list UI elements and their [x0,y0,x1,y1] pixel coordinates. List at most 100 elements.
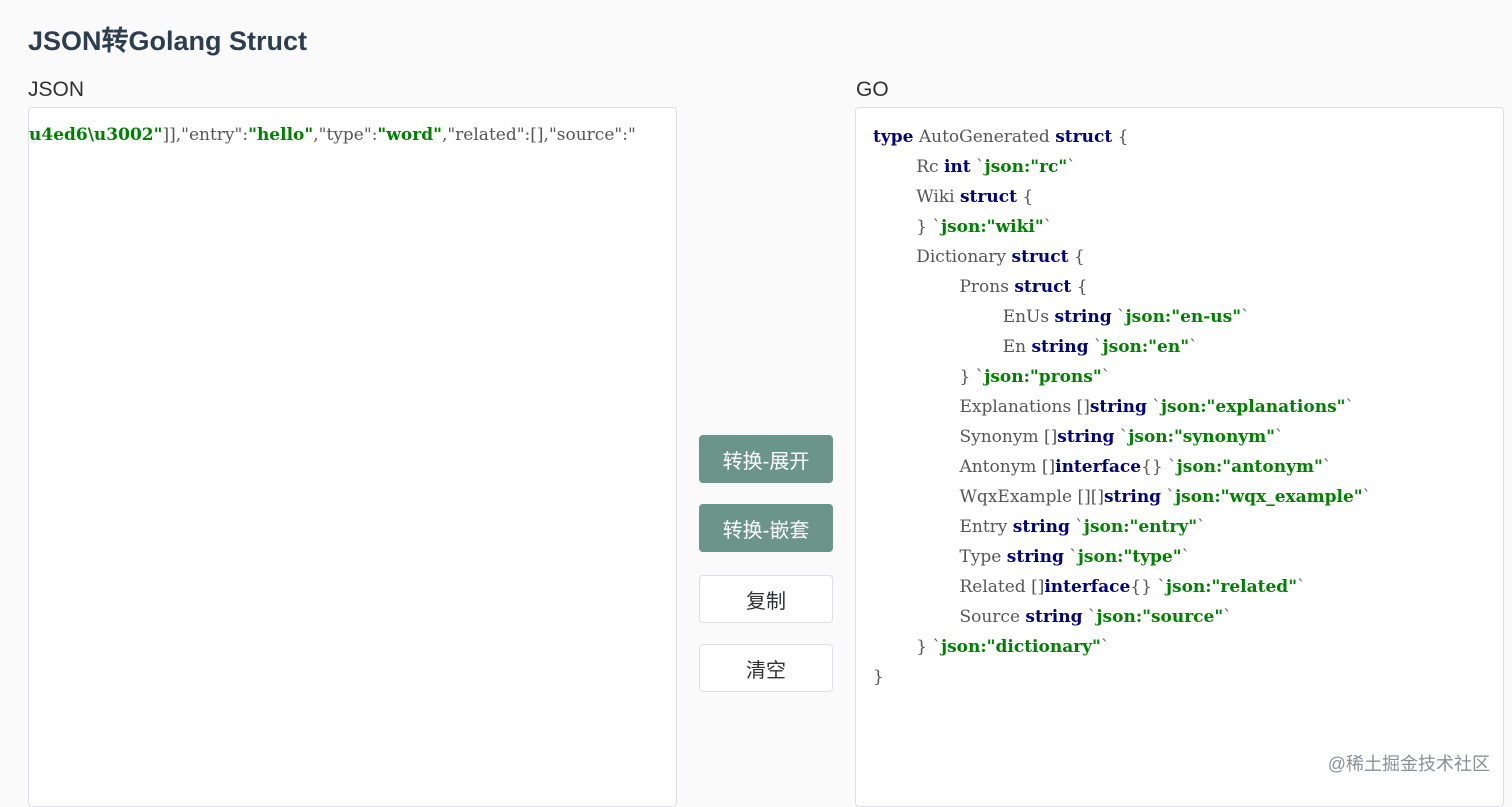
go-token: json:"source" [1096,607,1224,627]
go-token: Prons [873,277,1015,297]
go-token: ` [1069,517,1084,537]
go-token: string [1103,487,1162,507]
json-token: "entry" [181,125,243,145]
go-token: Explanations [] [873,397,1090,417]
go-code-line: Type string `json:"type"` [873,542,1371,572]
json-pane-label: JSON [28,78,85,101]
json-token: "hello" [248,125,314,145]
go-token: } ` [873,367,985,387]
json-token: "source" [548,125,623,145]
go-token: ` [1101,367,1111,387]
go-code-line: type AutoGenerated struct { [873,122,1371,152]
go-token: string [1012,517,1070,537]
go-token: Rc [873,157,944,177]
go-token: string [1006,547,1064,567]
go-token: string [1089,397,1147,417]
go-token: Type [873,547,1007,567]
go-token: { [1112,127,1129,147]
go-token: ` [1114,427,1129,447]
go-token: struct [1011,247,1069,267]
go-token: { [1071,277,1088,297]
go-token: ` [1297,577,1306,597]
go-token: AutoGenerated [913,127,1056,147]
go-code-line: Antonym []interface{} `json:"antonym"` [873,452,1371,482]
go-token: ` [1362,487,1372,507]
json-token: "related" [447,125,525,145]
json-input-editor[interactable]: u4ed6\u3002"]],"entry":"hello","type":"w… [28,107,677,807]
go-code-line: } `json:"wiki"` [873,212,1371,242]
go-token: ` [1223,607,1232,627]
go-code-line: WqxExample [][]string `json:"wqx_example… [873,482,1371,512]
go-token: interface [1055,457,1142,477]
go-code-line: Dictionary struct { [873,242,1371,272]
go-token: json:"antonym" [1176,457,1323,477]
go-token: json:"synonym" [1128,427,1276,447]
go-token: Entry [873,517,1013,537]
go-token: ` [1322,457,1332,477]
go-token: ` [1088,337,1103,357]
go-token: ` [1111,307,1126,327]
go-code-line: Related []interface{} `json:"related"` [873,572,1371,602]
json-token: u4ed6\u3002" [29,125,163,145]
go-code-line: Source string `json:"source"` [873,602,1371,632]
go-token: ` [1067,157,1076,177]
go-token: } [873,667,884,687]
go-code-line: Explanations []string `json:"explanation… [873,392,1371,422]
go-token: string [1057,427,1115,447]
go-token: Antonym [] [873,457,1056,477]
go-token: } ` [873,637,941,657]
go-token: json:"en" [1102,337,1190,357]
copy-button[interactable]: 复制 [699,575,833,623]
go-code-block: type AutoGenerated struct { Rc int `json… [873,122,1371,692]
go-code-line: Entry string `json:"entry"` [873,512,1371,542]
go-token: json:"rc" [984,157,1068,177]
go-token: json:"prons" [984,367,1102,387]
go-token: ` [1189,337,1198,357]
convert-expand-button[interactable]: 转换-展开 [699,435,833,483]
go-token: EnUs [873,307,1055,327]
go-token: ` [1063,547,1078,567]
go-token: } ` [873,217,941,237]
go-token: Source [873,607,1026,627]
go-code-line: Prons struct { [873,272,1371,302]
go-token: json:"wiki" [940,217,1044,237]
go-token: { [1068,247,1085,267]
go-token: WqxExample [][] [873,487,1104,507]
go-token: ` [1197,517,1206,537]
go-token: string [1025,607,1083,627]
go-token: ` [1275,427,1284,447]
go-token: ` [1181,547,1191,567]
go-token: En [873,337,1032,357]
go-token: json:"en-us" [1125,307,1242,327]
json-token: "type" [318,125,372,145]
go-token: struct [959,187,1017,207]
go-token: struct [1014,277,1072,297]
go-token: json:"explanations" [1160,397,1346,417]
go-token: json:"wqx_example" [1174,487,1363,507]
go-token: json:"entry" [1083,517,1198,537]
go-token: ` [970,157,985,177]
go-token: json:"related" [1165,577,1298,597]
go-code-line: Rc int `json:"rc"` [873,152,1371,182]
go-pane-label: GO [856,78,889,101]
go-output-editor[interactable]: type AutoGenerated struct { Rc int `json… [855,107,1504,807]
go-token: struct [1055,127,1113,147]
go-token: Dictionary [873,247,1012,267]
go-token: ` [1345,397,1355,417]
page-title: JSON转Golang Struct [28,26,308,56]
go-token: ` [1043,217,1053,237]
go-token: ` [1146,397,1161,417]
convert-nested-button[interactable]: 转换-嵌套 [699,504,833,552]
go-token: interface [1044,577,1131,597]
clear-button[interactable]: 清空 [699,644,833,692]
watermark: @稀土掘金技术社区 [1327,754,1490,774]
go-token: {} ` [1141,457,1177,477]
go-code-line: } [873,662,1371,692]
go-token: { [1016,187,1034,207]
go-token: int [943,157,971,177]
json-token: :[], [524,125,549,145]
go-token: json:"dictionary" [940,637,1101,657]
json-token: ]], [162,125,182,145]
go-token: Wiki [873,187,960,207]
go-token: Synonym [] [873,427,1058,447]
